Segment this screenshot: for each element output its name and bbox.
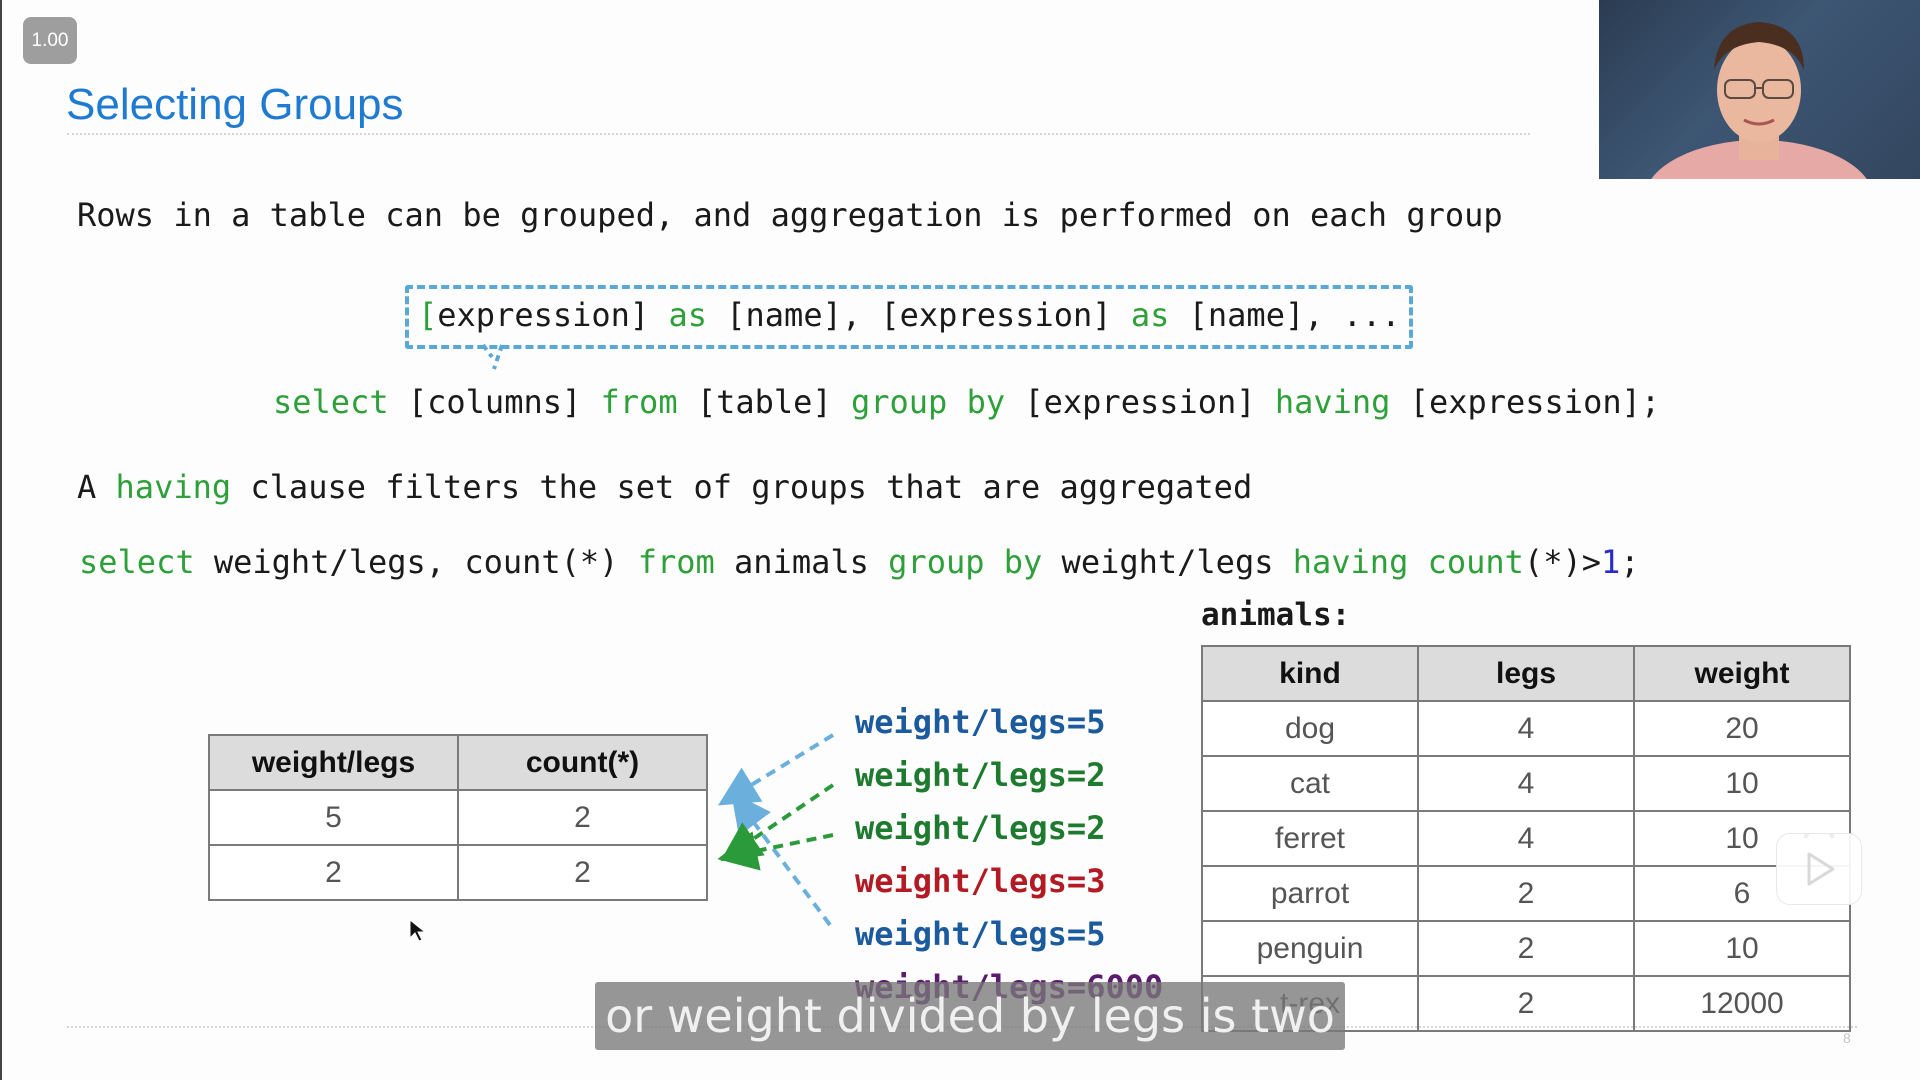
intro-text: Rows in a table can be grouped, and aggr… — [77, 196, 1503, 234]
sql-number: 1 — [1600, 543, 1621, 581]
code-text: weight/legs, count(*) — [194, 543, 638, 581]
animals-header-row: kind legs weight — [1201, 645, 1851, 702]
title-divider — [67, 133, 1530, 135]
group-label: weight/legs=5 — [855, 703, 1106, 741]
play-button[interactable] — [1776, 825, 1862, 905]
columns-syntax: [expression] as [name], [expression] as … — [418, 296, 1401, 334]
window-left-border — [0, 0, 2, 1080]
presenter-video-frame — [1651, 22, 1867, 179]
code-text: [name], [expression] — [706, 296, 1131, 334]
code-text: [expression] — [1005, 383, 1275, 421]
result-table: weight/legs count(*) 5 2 2 2 — [208, 734, 708, 901]
animals-cell: parrot — [1201, 865, 1419, 922]
result-header-weight-legs: weight/legs — [208, 734, 459, 791]
callout-pointer — [481, 343, 504, 370]
table-row: parrot 2 6 — [1201, 865, 1851, 922]
sql-keyword: as — [1130, 296, 1170, 334]
playback-speed-badge[interactable]: 1.00 — [23, 17, 77, 64]
sql-keyword: select — [273, 383, 389, 421]
sql-keyword: having — [115, 468, 232, 506]
video-subtitle: or weight divided by legs is two — [595, 982, 1345, 1050]
code-text: animals — [714, 543, 889, 581]
animals-header-kind: kind — [1201, 645, 1419, 702]
animals-table-label: animals: — [1201, 597, 1351, 633]
table-row: cat 4 10 — [1201, 755, 1851, 812]
code-text: (*)> — [1523, 543, 1601, 581]
group-label: weight/legs=3 — [855, 862, 1106, 900]
animals-header-weight: weight — [1633, 645, 1851, 702]
having-description: A having clause filters the set of group… — [77, 468, 1252, 506]
animals-cell: 4 — [1417, 755, 1635, 812]
animals-cell: 2 — [1417, 975, 1635, 1032]
sql-keyword: select — [79, 543, 195, 581]
arrow-group-2-b — [717, 831, 834, 871]
arrow-group-5-b — [731, 791, 832, 927]
group-arrows — [717, 733, 835, 927]
sql-keyword: group by — [850, 383, 1006, 421]
group-label: weight/legs=5 — [855, 915, 1106, 953]
result-cell: 2 — [208, 844, 459, 901]
animals-cell: 4 — [1417, 700, 1635, 757]
animals-cell: 10 — [1633, 920, 1851, 977]
play-icon — [1803, 825, 1835, 886]
animals-cell: penguin — [1201, 920, 1419, 977]
animals-cell: 20 — [1633, 700, 1851, 757]
animals-header-legs: legs — [1417, 645, 1635, 702]
sql-keyword: count — [1427, 543, 1524, 581]
animals-cell: 2 — [1417, 865, 1635, 922]
sql-keyword: [ — [418, 296, 438, 334]
animals-table: kind legs weight dog 4 20 cat 4 10 ferret 4 10 pa… — [1201, 645, 1851, 1032]
code-text: ; — [1620, 543, 1640, 581]
animals-cell: 4 — [1417, 810, 1635, 867]
slide-title: Selecting Groups — [66, 80, 404, 129]
sql-keyword: group by — [888, 543, 1043, 581]
code-text: [table] — [677, 383, 851, 421]
animals-cell: 2 — [1417, 920, 1635, 977]
table-row: dog 4 20 — [1201, 700, 1851, 757]
result-cell: 2 — [457, 844, 708, 901]
result-cell: 2 — [457, 789, 708, 846]
result-cell: 5 — [208, 789, 459, 846]
code-text: weight/legs — [1042, 543, 1293, 581]
arrow-group-5-a — [717, 733, 835, 806]
code-text: expression] — [437, 296, 669, 334]
sql-keyword: having — [1292, 543, 1409, 581]
sql-keyword: having — [1274, 383, 1391, 421]
table-row: 2 2 — [208, 844, 708, 901]
group-label: weight/legs=2 — [855, 809, 1106, 847]
code-text: A — [77, 468, 116, 506]
sql-keyword: from — [637, 543, 715, 581]
table-row: 5 2 — [208, 789, 708, 846]
page-number: 8 — [1843, 1030, 1851, 1046]
result-header-count: count(*) — [457, 734, 708, 791]
result-header-row: weight/legs count(*) — [208, 734, 708, 791]
example-query: select weight/legs, count(*) from animal… — [79, 543, 1640, 581]
sql-keyword: as — [668, 296, 707, 334]
mouse-cursor-icon — [409, 918, 427, 942]
animals-cell: cat — [1201, 755, 1419, 812]
table-row: ferret 4 10 — [1201, 810, 1851, 867]
sql-keyword: from — [600, 383, 678, 421]
animals-cell: ferret — [1201, 810, 1419, 867]
animals-cell: 12000 — [1633, 975, 1851, 1032]
select-syntax: select [columns] from [table] group by [… — [273, 383, 1660, 421]
table-row: penguin 2 10 — [1201, 920, 1851, 977]
code-text: [name], ... — [1169, 296, 1401, 334]
group-label: weight/legs=2 — [855, 756, 1106, 794]
presenter-webcam — [1599, 0, 1920, 179]
arrow-group-2-a — [720, 783, 835, 862]
animals-cell: dog — [1201, 700, 1419, 757]
code-text: [columns] — [388, 383, 601, 421]
code-text: clause filters the set of groups that ar… — [231, 468, 1253, 506]
code-text: [expression]; — [1390, 383, 1661, 421]
animals-cell: 10 — [1633, 755, 1851, 812]
